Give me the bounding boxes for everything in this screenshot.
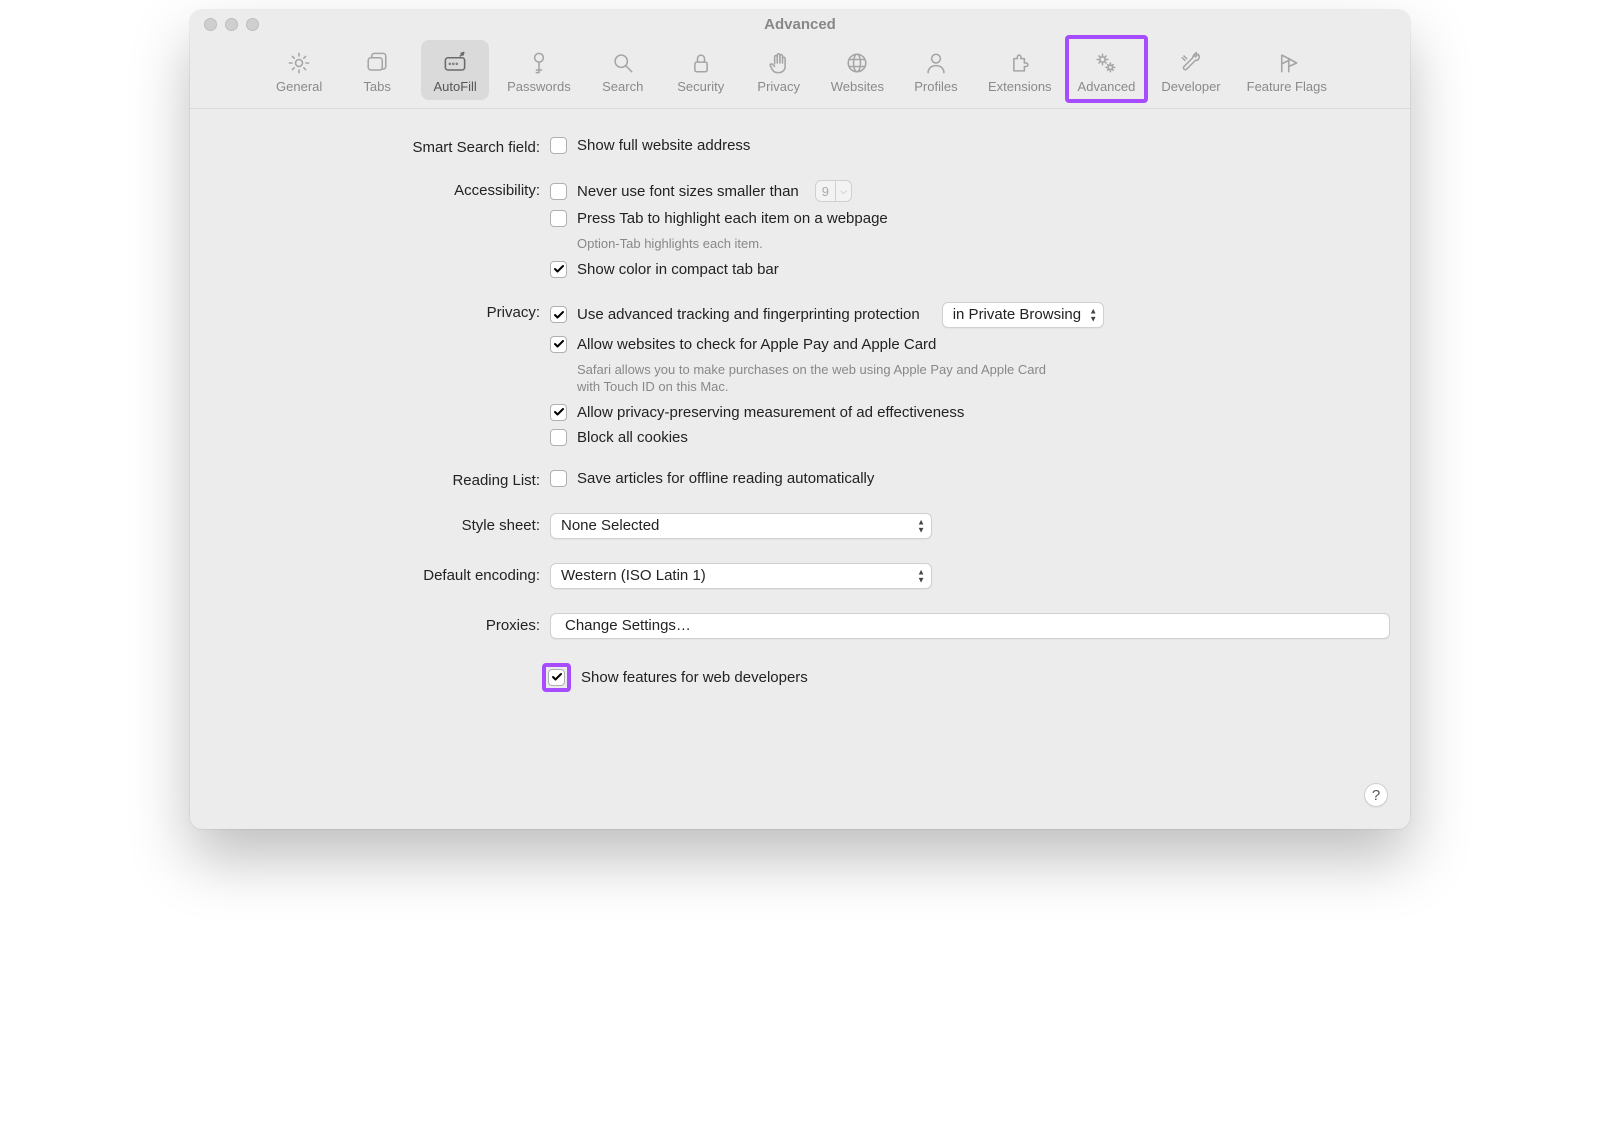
tracking-label: Use advanced tracking and fingerprinting… bbox=[577, 306, 920, 323]
window-titlebar: Advanced bbox=[190, 10, 1410, 38]
min-font-label: Never use font sizes smaller than bbox=[577, 183, 799, 200]
tab-label: Security bbox=[677, 79, 724, 94]
style-sheet-value: None Selected bbox=[561, 517, 659, 534]
tab-label: Search bbox=[602, 79, 643, 94]
updown-icon: ▲▼ bbox=[1089, 307, 1097, 322]
apple-pay-label: Allow websites to check for Apple Pay an… bbox=[577, 336, 936, 353]
style-sheet-label: Style sheet: bbox=[210, 513, 550, 534]
tab-label: Developer bbox=[1161, 79, 1220, 94]
reading-list-label: Reading List: bbox=[210, 470, 550, 489]
encoding-popup[interactable]: Western (ISO Latin 1) ▲▼ bbox=[550, 563, 932, 589]
dev-features-checkbox[interactable] bbox=[548, 669, 565, 686]
tab-label: Passwords bbox=[507, 79, 571, 94]
autofill-icon bbox=[441, 49, 469, 77]
tab-label: Advanced bbox=[1078, 79, 1136, 94]
updown-icon: ▲▼ bbox=[917, 518, 925, 533]
tracking-mode-popup[interactable]: in Private Browsing ▲▼ bbox=[942, 302, 1104, 328]
gear-icon bbox=[285, 49, 313, 77]
show-full-address-label: Show full website address bbox=[577, 137, 750, 154]
preferences-window: Advanced General Tabs AutoFill Passwords… bbox=[190, 10, 1410, 829]
tab-extensions[interactable]: Extensions bbox=[980, 40, 1060, 100]
press-tab-hint: Option-Tab highlights each item. bbox=[577, 235, 1047, 253]
min-font-checkbox[interactable] bbox=[550, 183, 567, 200]
tab-label: Extensions bbox=[988, 79, 1052, 94]
show-full-address-checkbox[interactable] bbox=[550, 137, 567, 154]
globe-icon bbox=[843, 49, 871, 77]
zoom-window-button[interactable] bbox=[246, 18, 259, 31]
style-sheet-popup[interactable]: None Selected ▲▼ bbox=[550, 513, 932, 539]
tab-label: General bbox=[276, 79, 322, 94]
hand-icon bbox=[765, 49, 793, 77]
window-title: Advanced bbox=[190, 16, 1410, 33]
tab-security[interactable]: Security bbox=[667, 40, 735, 100]
compact-color-label: Show color in compact tab bar bbox=[577, 261, 779, 278]
tracking-checkbox[interactable] bbox=[550, 306, 567, 323]
press-tab-checkbox[interactable] bbox=[550, 210, 567, 227]
apple-pay-checkbox[interactable] bbox=[550, 336, 567, 353]
tab-autofill[interactable]: AutoFill bbox=[421, 40, 489, 100]
change-proxy-settings-button[interactable]: Change Settings… bbox=[550, 613, 1390, 639]
block-cookies-label: Block all cookies bbox=[577, 429, 688, 446]
tracking-mode-value: in Private Browsing bbox=[953, 306, 1081, 323]
tab-search[interactable]: Search bbox=[589, 40, 657, 100]
dev-features-label: Show features for web developers bbox=[581, 669, 808, 686]
tab-label: Profiles bbox=[914, 79, 957, 94]
compact-color-checkbox[interactable] bbox=[550, 261, 567, 278]
encoding-value: Western (ISO Latin 1) bbox=[561, 567, 706, 584]
accessibility-label: Accessibility: bbox=[210, 180, 550, 199]
updown-icon: ▲▼ bbox=[917, 568, 925, 583]
press-tab-label: Press Tab to highlight each item on a we… bbox=[577, 210, 888, 227]
minimize-window-button[interactable] bbox=[225, 18, 238, 31]
lock-icon bbox=[687, 49, 715, 77]
tab-developer[interactable]: Developer bbox=[1153, 40, 1228, 100]
flags-icon bbox=[1273, 49, 1301, 77]
tab-label: Feature Flags bbox=[1247, 79, 1327, 94]
puzzle-icon bbox=[1006, 49, 1034, 77]
help-button[interactable]: ? bbox=[1364, 783, 1388, 807]
highlight-dev-features-checkbox bbox=[542, 663, 571, 692]
close-window-button[interactable] bbox=[204, 18, 217, 31]
help-icon: ? bbox=[1372, 787, 1380, 804]
key-icon bbox=[525, 49, 553, 77]
gears-icon bbox=[1092, 49, 1120, 77]
ad-measure-label: Allow privacy-preserving measurement of … bbox=[577, 404, 964, 421]
tab-feature-flags[interactable]: Feature Flags bbox=[1239, 40, 1335, 100]
proxies-label: Proxies: bbox=[210, 613, 550, 634]
tab-label: AutoFill bbox=[433, 79, 476, 94]
ad-measure-checkbox[interactable] bbox=[550, 404, 567, 421]
smart-search-label: Smart Search field: bbox=[210, 137, 550, 156]
preferences-content: Smart Search field: Show full website ad… bbox=[190, 109, 1410, 829]
person-icon bbox=[922, 49, 950, 77]
tab-profiles[interactable]: Profiles bbox=[902, 40, 970, 100]
tab-label: Tabs bbox=[363, 79, 390, 94]
chevron-down-icon: ⌵ bbox=[835, 180, 851, 202]
search-icon bbox=[609, 49, 637, 77]
encoding-label: Default encoding: bbox=[210, 563, 550, 584]
privacy-label: Privacy: bbox=[210, 302, 550, 321]
min-font-value: 9 bbox=[816, 184, 835, 199]
tab-passwords[interactable]: Passwords bbox=[499, 40, 579, 100]
tabs-icon bbox=[363, 49, 391, 77]
tab-label: Privacy bbox=[757, 79, 800, 94]
tab-tabs[interactable]: Tabs bbox=[343, 40, 411, 100]
offline-reading-label: Save articles for offline reading automa… bbox=[577, 470, 874, 487]
tab-label: Websites bbox=[831, 79, 884, 94]
offline-reading-checkbox[interactable] bbox=[550, 470, 567, 487]
tab-advanced[interactable]: Advanced bbox=[1070, 40, 1144, 100]
tab-general[interactable]: General bbox=[265, 40, 333, 100]
apple-pay-hint: Safari allows you to make purchases on t… bbox=[577, 361, 1047, 396]
tab-privacy[interactable]: Privacy bbox=[745, 40, 813, 100]
change-proxy-settings-label: Change Settings… bbox=[565, 617, 691, 634]
min-font-stepper[interactable]: 9 ⌵ bbox=[815, 180, 852, 202]
block-cookies-checkbox[interactable] bbox=[550, 429, 567, 446]
tab-websites[interactable]: Websites bbox=[823, 40, 892, 100]
tools-icon bbox=[1177, 49, 1205, 77]
preferences-toolbar: General Tabs AutoFill Passwords Search S… bbox=[190, 38, 1410, 109]
